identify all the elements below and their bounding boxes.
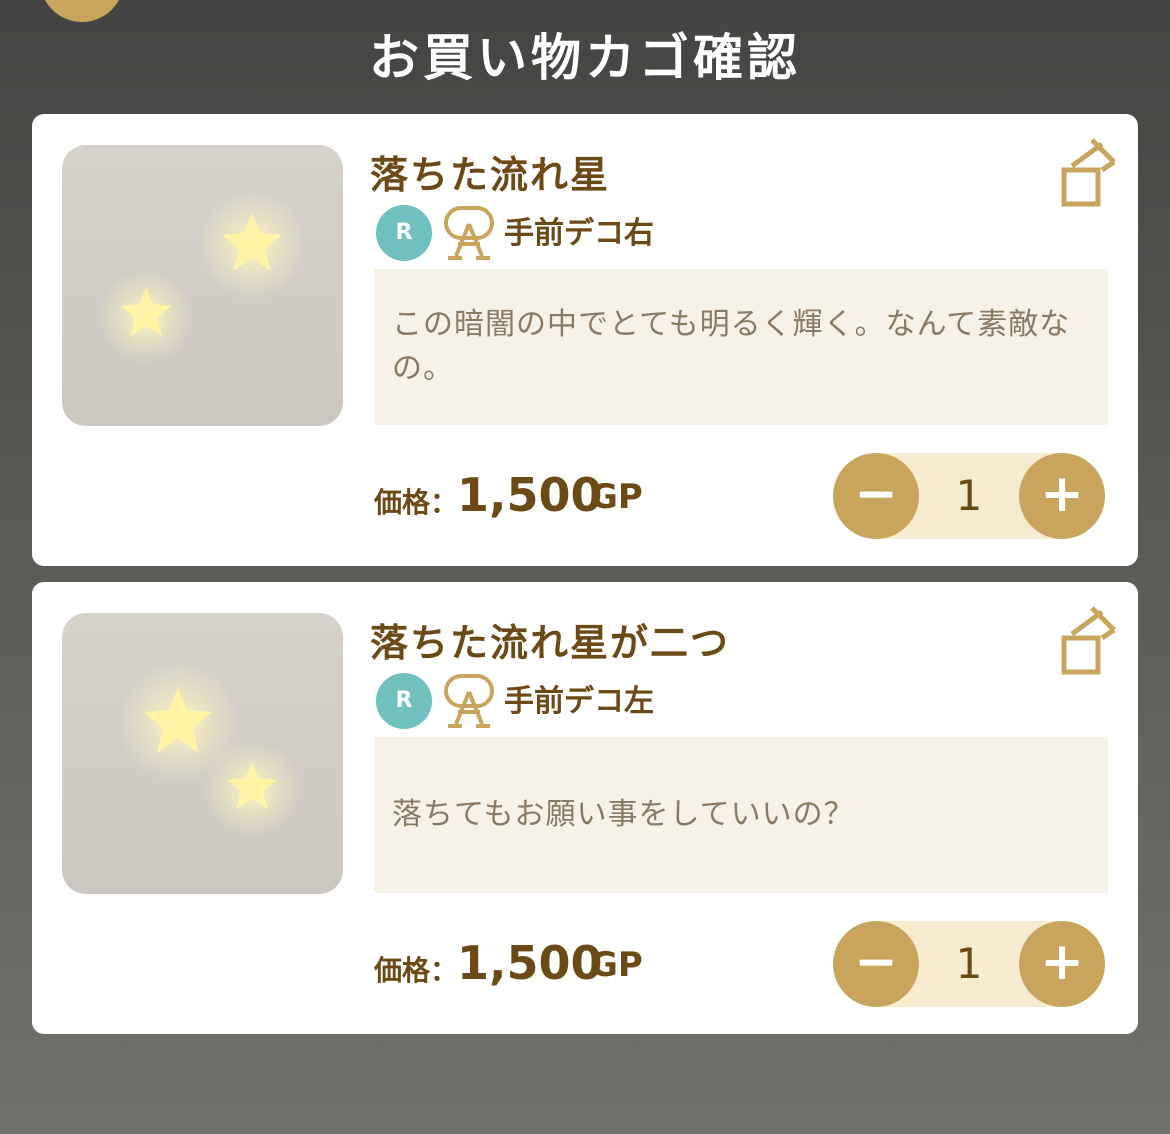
position-label: 手前デコ左 — [504, 684, 654, 719]
quantity-value: 1 — [955, 939, 983, 988]
stand-icon — [444, 206, 494, 260]
quantity-value: 1 — [955, 471, 983, 520]
price-value: 1,500 — [457, 936, 603, 990]
item-thumbnail — [62, 145, 343, 426]
description-box: この暗闇の中でとても明るく輝く。なんて素敵なの。 — [374, 269, 1108, 425]
price-value: 1,500 — [457, 468, 603, 522]
rarity-badge: R — [376, 673, 432, 729]
decrease-quantity-button[interactable]: − — [833, 921, 919, 1007]
item-description: 落ちてもお願い事をしていいの？ — [392, 797, 855, 832]
page-title: お買い物カゴ確認 — [369, 29, 801, 87]
item-name: 落ちた流れ星 — [370, 153, 611, 197]
decrease-quantity-button[interactable]: − — [833, 453, 919, 539]
position-label: 手前デコ右 — [504, 216, 654, 251]
stand-icon — [444, 674, 494, 728]
item-description: この暗闇の中でとても明るく輝く。なんて素敵なの。 — [392, 307, 1071, 386]
currency-label: GP — [590, 477, 643, 517]
cart-item-card: 落ちた流れ星が二つ R 手前デコ左 落ちてもお願い事をしていいの？ 価格： 1,… — [32, 582, 1138, 1034]
price-label: 価格： — [374, 954, 459, 987]
increase-quantity-button[interactable]: + — [1019, 453, 1105, 539]
price-label: 価格： — [374, 486, 459, 519]
trash-icon[interactable] — [1056, 136, 1120, 212]
rarity-badge: R — [376, 205, 432, 261]
item-name: 落ちた流れ星が二つ — [370, 621, 731, 665]
increase-quantity-button[interactable]: + — [1019, 921, 1105, 1007]
cart-item-card: 落ちた流れ星 R 手前デコ右 この暗闇の中でとても明るく輝く。なんて素敵なの。 … — [32, 114, 1138, 566]
trash-icon[interactable] — [1056, 604, 1120, 680]
description-box: 落ちてもお願い事をしていいの？ — [374, 737, 1108, 893]
item-thumbnail — [62, 613, 343, 894]
quantity-stepper: − 1 + — [833, 453, 1105, 539]
quantity-stepper: − 1 + — [833, 921, 1105, 1007]
currency-label: GP — [590, 945, 643, 985]
